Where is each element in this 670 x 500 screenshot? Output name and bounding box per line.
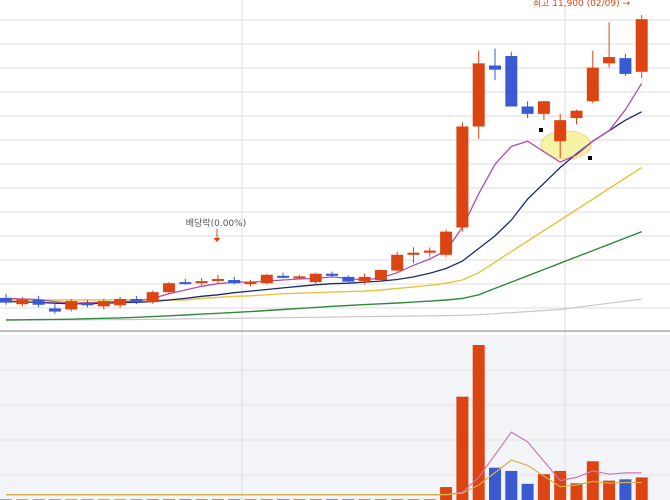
marker-dot xyxy=(588,156,592,160)
candle-down xyxy=(0,297,12,303)
candle-down xyxy=(505,56,518,107)
candle-up xyxy=(97,301,110,307)
high-price-label: 최고 11,900 (02/09) → xyxy=(533,0,631,9)
candle-up xyxy=(391,254,404,271)
candle-up xyxy=(146,292,159,303)
candle-up xyxy=(16,299,29,305)
candle-up xyxy=(163,283,175,293)
candle-up xyxy=(309,273,322,283)
candle-up xyxy=(440,231,453,255)
candle-up xyxy=(358,276,371,282)
candle-up xyxy=(472,63,485,127)
marker-dot xyxy=(539,128,543,132)
volume-bar xyxy=(635,477,648,500)
candle-down xyxy=(521,106,534,114)
candle-up xyxy=(603,57,616,64)
candle-up xyxy=(554,120,567,142)
candle-down xyxy=(81,303,94,306)
candle-down xyxy=(179,282,192,285)
dividend-label: 배당락(0.00%) xyxy=(186,217,246,229)
candle-up xyxy=(211,278,224,281)
candle-up xyxy=(635,19,648,72)
candle-down xyxy=(48,308,61,312)
candle-down xyxy=(228,280,241,284)
candlestick-chart-svg: 배당락(0.00%) 최고 11,900 (02/09) → xyxy=(0,0,670,500)
candle-down xyxy=(130,298,143,303)
candle-up xyxy=(456,126,469,228)
candle-up xyxy=(114,298,127,306)
candle-up xyxy=(537,101,550,114)
candle-up xyxy=(195,281,208,284)
candle-up xyxy=(293,276,306,279)
price-pane-background xyxy=(0,0,670,330)
candle-up xyxy=(407,252,420,255)
volume-bar xyxy=(456,396,469,500)
candle-down xyxy=(619,58,632,74)
candle-up xyxy=(244,282,257,285)
candle-down xyxy=(489,65,501,70)
candle-down xyxy=(277,275,290,278)
candle-up xyxy=(65,301,78,310)
volume-bar xyxy=(505,470,518,500)
candle-up xyxy=(423,250,436,253)
stock-chart: 배당락(0.00%) 최고 11,900 (02/09) → xyxy=(0,0,670,500)
candle-up xyxy=(586,67,599,102)
volume-bar xyxy=(440,487,453,500)
volume-bar xyxy=(537,474,550,500)
volume-bar xyxy=(586,461,599,500)
candle-down xyxy=(342,276,355,282)
candle-down xyxy=(326,273,338,276)
candle-up xyxy=(374,270,387,281)
candle-down xyxy=(32,300,45,305)
candle-up xyxy=(260,274,273,284)
candle-up xyxy=(570,110,583,119)
volume-bar xyxy=(521,483,534,500)
